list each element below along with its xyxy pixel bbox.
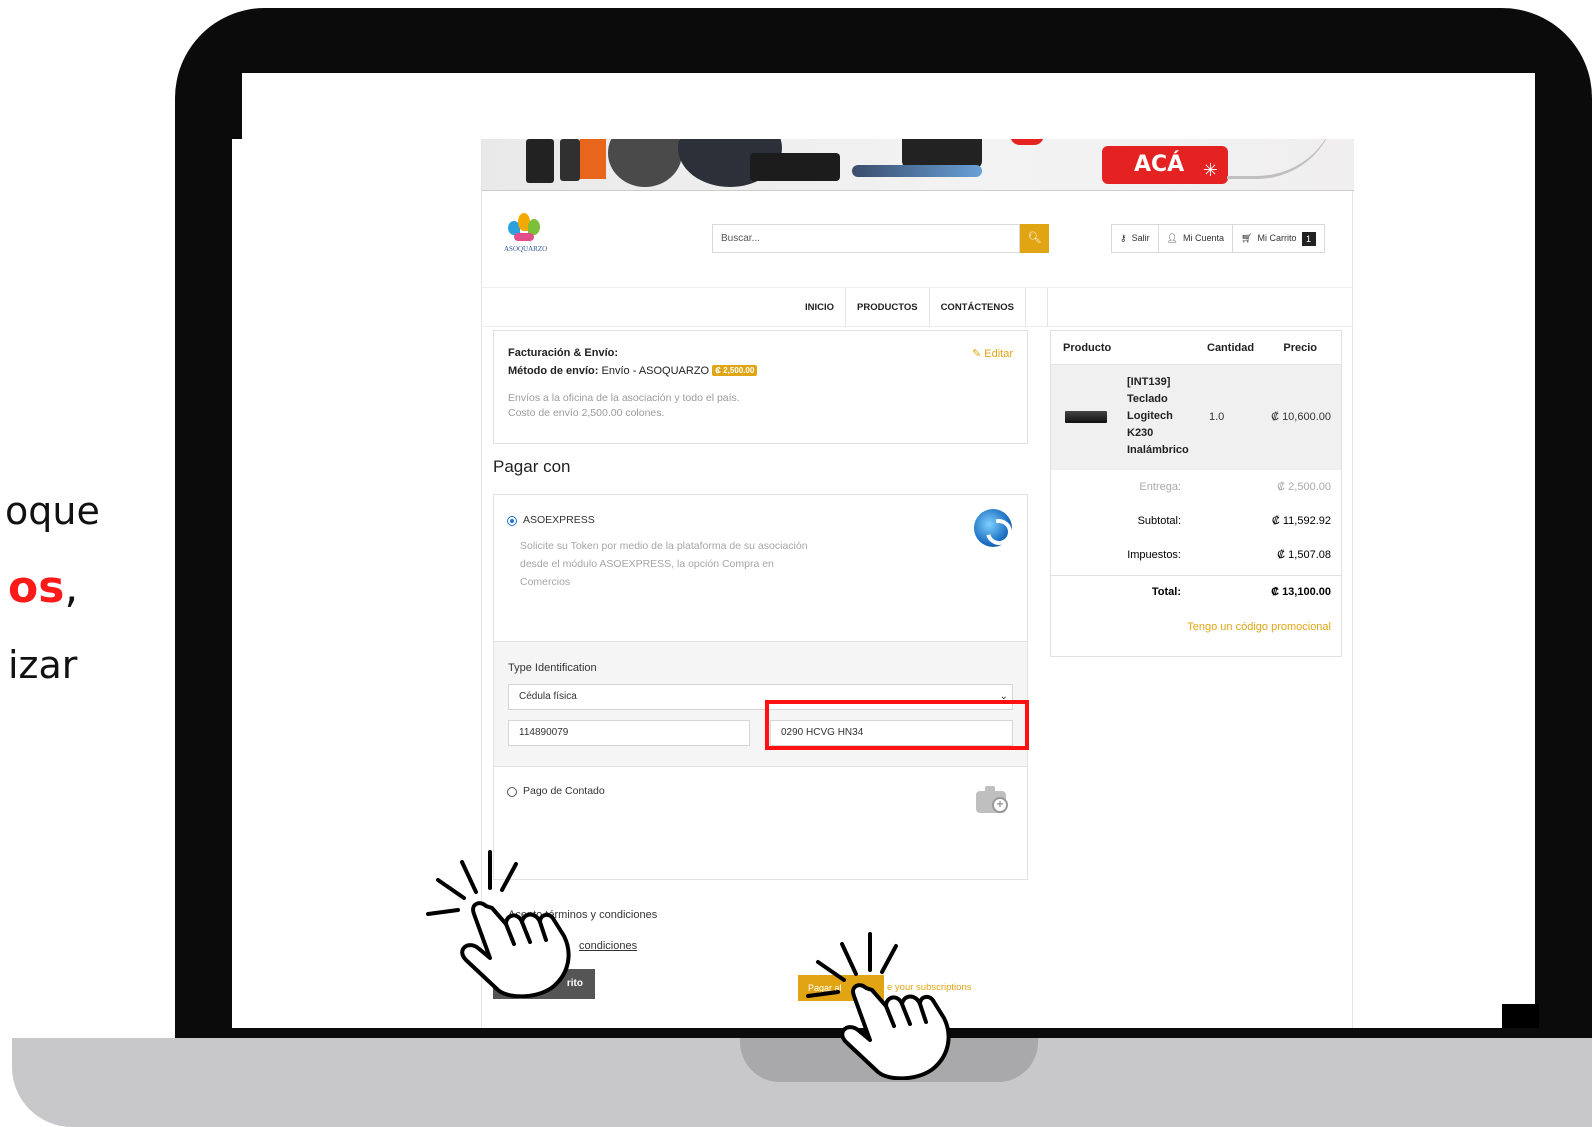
- subtotal-label: Subtotal:: [1137, 515, 1181, 527]
- payment-methods: ASOEXPRESS Solicite su Token por medio d…: [493, 494, 1029, 880]
- tax-label: Impuestos:: [1127, 549, 1181, 561]
- user-icon: 👤︎: [1166, 233, 1179, 243]
- nav-item-contactenos[interactable]: CONTÁCTENOS: [930, 288, 1026, 327]
- shipping-description: Envíos a la oficina de la asociación y t…: [508, 391, 1013, 421]
- product-price: ₡ 10,600.00: [1271, 411, 1331, 423]
- delivery-value: ₡ 2,500.00: [1277, 481, 1331, 493]
- asoexpress-logo-icon: [974, 509, 1012, 547]
- shipping-method-value: Envío - ASOQUARZO: [601, 365, 710, 377]
- shipping-price-badge: ₡ 2,500.00: [712, 365, 758, 376]
- delivery-line: Entrega: ₡ 2,500.00: [1051, 481, 1341, 501]
- billing-title: Facturación & Envío:: [508, 347, 619, 359]
- logout-button[interactable]: ⚷ Salir: [1112, 225, 1159, 252]
- id-type-label: Type Identification: [508, 662, 597, 674]
- banner-cta-button[interactable]: ACÁ ✳: [1102, 146, 1228, 184]
- shipping-method: Método de envío: Envío - ASOQUARZO ₡ 2,5…: [508, 365, 1013, 377]
- col-product: Producto: [1063, 342, 1112, 354]
- cursor-click-icon: ✳: [1202, 160, 1218, 181]
- cart-label: Mi Carrito: [1257, 233, 1297, 243]
- edit-billing-button[interactable]: ✎ Editar: [972, 347, 1013, 360]
- instruction-line-2: os,: [8, 566, 78, 610]
- soundbar-image: [852, 165, 982, 177]
- cart-count-badge: 1: [1301, 231, 1316, 246]
- search-input[interactable]: Buscar...: [712, 224, 1020, 253]
- col-qty: Cantidad: [1207, 342, 1255, 354]
- remote-image-2: [560, 139, 580, 181]
- logout-label: Salir: [1131, 233, 1150, 243]
- shipping-desc-line-1: Envíos a la oficina de la asociación y t…: [508, 392, 740, 404]
- id-number-input[interactable]: 114890079: [508, 720, 750, 746]
- col-price: Precio: [1283, 342, 1317, 354]
- banner-decoration: [1010, 139, 1044, 145]
- account-label: Mi Cuenta: [1183, 233, 1225, 243]
- site-header: ASOQUARZO Buscar... 🔍︎ ⚷ Salir 👤︎ Mi Cuent…: [482, 191, 1354, 287]
- cash-payment-radio[interactable]: [507, 787, 517, 797]
- speaker-image: [608, 139, 682, 187]
- promo-code-link[interactable]: Tengo un código promocional: [1187, 621, 1331, 633]
- key-icon: ⚷: [1120, 233, 1127, 243]
- tax-value: ₡ 1,507.08: [1277, 549, 1331, 561]
- order-summary: Producto Cantidad Precio [INT139] Teclad…: [1050, 330, 1342, 657]
- instruction-line-3: izar: [8, 643, 78, 687]
- remote-image: [526, 139, 554, 183]
- nav-item-productos[interactable]: PRODUCTOS: [846, 288, 930, 327]
- cart-button[interactable]: 🛒︎ Mi Carrito 1: [1233, 225, 1323, 252]
- banner-cta-label: ACÁ: [1134, 152, 1185, 177]
- tax-line: Impuestos: ₡ 1,507.08: [1051, 549, 1341, 569]
- streaming-box-image: [750, 153, 840, 181]
- screen-bezel-corner-right: [1502, 1004, 1539, 1028]
- product-name: [INT139] Teclado Logitech K230 Inalámbri…: [1127, 376, 1189, 456]
- banner-swoosh: [1227, 139, 1337, 179]
- asoquarzo-logo[interactable]: ASOQUARZO: [504, 211, 548, 259]
- payment-option-asoexpress[interactable]: ASOEXPRESS Solicite su Token por medio d…: [494, 495, 1027, 641]
- delivery-label: Entrega:: [1139, 481, 1181, 493]
- shipping-desc-line-2: Costo de envío 2,500.00 colones.: [508, 407, 665, 419]
- instruction-line-1: oque: [5, 489, 100, 533]
- nav-item-inicio[interactable]: INICIO: [794, 288, 847, 327]
- main-nav: INICIO PRODUCTOS CONTÁCTENOS: [482, 287, 1354, 327]
- screen-bezel-corner: [232, 73, 242, 139]
- summary-header: Producto Cantidad Precio: [1051, 331, 1341, 365]
- checkout-page: ACÁ ✳ ASOQUARZO Buscar... 🔍︎ ⚷ Salir 👤︎ Mi …: [481, 139, 1354, 1028]
- promo-banner[interactable]: ACÁ ✳: [482, 139, 1354, 191]
- subtotal-line: Subtotal: ₡ 11,592.92: [1051, 515, 1341, 535]
- edit-label: Editar: [984, 348, 1013, 360]
- instruction-emphasis: os: [8, 562, 65, 613]
- search-button[interactable]: 🔍︎: [1020, 224, 1049, 253]
- billing-shipping-box: Facturación & Envío: Método de envío: En…: [493, 330, 1028, 444]
- product-box-image: [580, 139, 606, 179]
- search-icon: 🔍︎: [1027, 232, 1042, 244]
- product-qty: 1.0: [1209, 411, 1225, 423]
- total-label: Total:: [1151, 586, 1181, 598]
- shipping-method-label: Método de envío:: [508, 365, 599, 377]
- account-button[interactable]: 👤︎ Mi Cuenta: [1159, 225, 1234, 252]
- hand-pointer-icon: [806, 932, 951, 1080]
- asoexpress-label: ASOEXPRESS: [523, 514, 595, 526]
- divider: [1051, 575, 1341, 576]
- total-line: Total: ₡ 13,100.00: [1051, 586, 1341, 606]
- camera-add-icon: +: [976, 786, 1008, 813]
- edit-icon: ✎: [971, 348, 982, 360]
- cart-icon: 🛒︎: [1241, 233, 1253, 243]
- payment-title: Pagar con: [493, 457, 571, 476]
- cash-payment-label[interactable]: Pago de Contado: [523, 785, 605, 797]
- total-value: ₡ 13,100.00: [1271, 586, 1331, 598]
- id-type-value: Cédula física: [519, 691, 577, 702]
- asoexpress-radio[interactable]: [507, 516, 517, 526]
- table-row: [INT139] Teclado Logitech K230 Inalámbri…: [1051, 365, 1341, 470]
- stage: oque os, izar ACÁ ✳ ASOQUARZO Buscar... …: [0, 0, 1592, 1127]
- token-highlight-box: [765, 700, 1029, 750]
- account-actions: ⚷ Salir 👤︎ Mi Cuenta 🛒︎ Mi Carrito 1: [1111, 224, 1325, 253]
- keyboard-product-image: [1065, 411, 1107, 423]
- instruction-comma: ,: [64, 562, 79, 613]
- logo-text: ASOQUARZO: [504, 245, 548, 253]
- asoexpress-description: Solicite su Token por medio de la plataf…: [520, 540, 808, 588]
- hand-pointer-icon: [426, 850, 571, 998]
- subtotal-value: ₡ 11,592.92: [1271, 515, 1331, 527]
- nav-item-spacer: [1026, 288, 1048, 327]
